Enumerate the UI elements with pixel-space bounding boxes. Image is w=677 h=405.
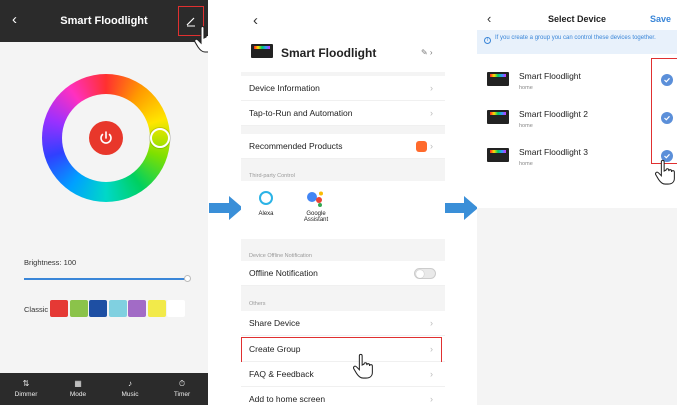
brightness-label: Brightness: 100 [24, 258, 77, 267]
device-settings-screen: ‹ Smart Floodlight ✎ › Device Informatio… [241, 0, 445, 405]
device-name: Smart Floodlight 3 [519, 147, 588, 157]
color-swatch[interactable] [89, 300, 107, 317]
device-room: home [519, 123, 533, 129]
selection-highlight [651, 58, 677, 164]
tab-mode[interactable]: ▦ Mode [52, 373, 104, 405]
row-add-home-screen[interactable]: Add to home screen › [241, 387, 445, 405]
google-assistant-icon [307, 191, 323, 207]
color-swatch[interactable] [167, 300, 185, 317]
chevron-right-icon: › [430, 83, 433, 93]
device-name: Smart Floodlight 2 [519, 109, 588, 119]
chevron-right-icon: › [430, 318, 433, 328]
page-title: Smart Floodlight [60, 15, 148, 27]
music-note-icon: ♪ [128, 379, 132, 388]
back-icon[interactable]: ‹ [253, 12, 258, 29]
info-icon: i [484, 37, 491, 44]
chevron-right-icon: › [430, 108, 433, 118]
tab-music[interactable]: ♪ Music [104, 373, 156, 405]
device-name: Smart Floodlight [281, 46, 377, 60]
classic-label: Classic [24, 305, 49, 314]
row-tap-to-run[interactable]: Tap-to-Run and Automation › [241, 101, 445, 126]
chevron-right-icon: › [430, 369, 433, 379]
color-swatch[interactable] [128, 300, 146, 317]
arrow-right-icon [209, 196, 243, 220]
google-assistant-item[interactable]: Google Assistant [291, 191, 341, 223]
alexa-icon [259, 191, 273, 205]
create-group-highlight [241, 337, 442, 363]
tap-hand-icon [194, 25, 208, 53]
edit-name-button[interactable]: ✎ › [421, 48, 433, 57]
device-row[interactable]: Smart Floodlight home [477, 60, 677, 98]
color-swatch[interactable] [50, 300, 68, 317]
tap-hand-icon [655, 159, 675, 185]
row-label: Offline Notification [249, 268, 318, 278]
pencil-icon: ✎ [421, 48, 428, 57]
section-third-party: Third-party Control [249, 173, 295, 179]
device-list: Smart Floodlight home Smart Floodlight 2… [477, 54, 677, 208]
power-button[interactable] [89, 121, 123, 155]
sliders-icon: ⇅ [22, 379, 30, 388]
info-banner: i If you create a group you can control … [477, 30, 677, 54]
color-swatch[interactable] [69, 300, 88, 317]
third-party-panel: Alexa Google Assistant [241, 181, 445, 239]
row-label: FAQ & Feedback [249, 369, 314, 379]
chevron-right-icon: › [430, 141, 433, 151]
clock-icon: ⏱ [178, 379, 186, 388]
row-label: Add to home screen [249, 394, 326, 404]
row-label: Tap-to-Run and Automation [249, 108, 353, 118]
row-label: Device Information [249, 83, 320, 93]
row-faq-feedback[interactable]: FAQ & Feedback › [241, 362, 445, 387]
section-header [241, 286, 445, 311]
row-share-device[interactable]: Share Device › [241, 311, 445, 336]
floodlight-icon [251, 44, 273, 58]
info-text: If you create a group you can control th… [495, 35, 656, 41]
save-button[interactable]: Save [650, 14, 671, 24]
back-icon[interactable]: ‹ [12, 12, 17, 28]
device-name: Smart Floodlight [519, 71, 581, 81]
tab-label: Dimmer [14, 391, 38, 398]
page-title: Select Device [547, 14, 607, 24]
select-device-screen: ‹ Select Device Save i If you create a g… [477, 0, 677, 405]
color-swatch[interactable] [108, 300, 127, 317]
tap-hand-icon [353, 353, 373, 379]
divider [241, 126, 445, 134]
section-others: Others [249, 301, 266, 307]
header-bar: ‹ Smart Floodlight [0, 0, 208, 42]
row-label: Share Device [249, 318, 301, 328]
grid-icon: ▦ [74, 379, 82, 388]
section-offline: Device Offline Notification [249, 253, 312, 259]
floodlight-icon [487, 110, 509, 124]
device-row[interactable]: Smart Floodlight 3 home [477, 136, 677, 174]
tab-timer[interactable]: ⏱ Timer [156, 373, 208, 405]
offline-notification-toggle[interactable] [414, 268, 436, 279]
light-control-screen: ‹ Smart Floodlight Brightness: 100 Class… [0, 0, 208, 405]
brightness-slider[interactable] [24, 278, 188, 280]
color-picker-handle[interactable] [150, 128, 170, 148]
chevron-right-icon: › [430, 394, 433, 404]
tab-label: Mode [69, 391, 87, 398]
arrow-right-icon [444, 196, 478, 220]
floodlight-icon [487, 148, 509, 162]
row-label: Recommended Products [249, 141, 343, 151]
recommend-badge-icon [416, 141, 427, 152]
row-device-information[interactable]: Device Information › [241, 76, 445, 101]
device-room: home [519, 161, 533, 167]
google-label: Google Assistant [303, 211, 329, 223]
tab-label: Music [121, 391, 139, 398]
power-icon [100, 131, 112, 144]
brightness-slider-handle[interactable] [184, 275, 191, 282]
row-recommended-products[interactable]: Recommended Products › [241, 134, 445, 159]
color-swatches [50, 300, 185, 317]
bottom-tab-bar: ⇅ Dimmer ▦ Mode ♪ Music ⏱ Timer [0, 373, 208, 405]
alexa-item[interactable]: Alexa [241, 191, 291, 217]
color-swatch[interactable] [147, 300, 166, 317]
device-row[interactable]: Smart Floodlight 2 home [477, 98, 677, 136]
alexa-label: Alexa [258, 211, 274, 217]
device-room: home [519, 85, 533, 91]
tab-label: Timer [173, 391, 191, 398]
tab-dimmer[interactable]: ⇅ Dimmer [0, 373, 52, 405]
floodlight-icon [487, 72, 509, 86]
